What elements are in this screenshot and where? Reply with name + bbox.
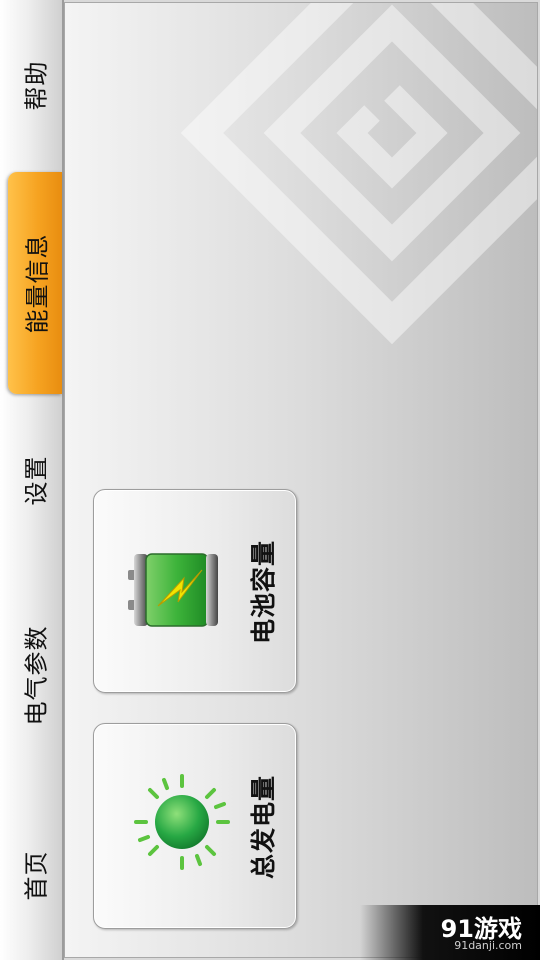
watermark: 91游戏 91danji.com xyxy=(360,905,540,960)
tab-help-label: 帮助 xyxy=(22,60,51,110)
sun-icon xyxy=(134,774,230,870)
tab-energy-info[interactable]: 能量信息 xyxy=(8,172,62,394)
tab-settings-label: 设置 xyxy=(22,455,51,505)
total-generation-label-wrap: 总发电量 xyxy=(232,724,292,930)
battery-capacity-button[interactable]: 电池容量 xyxy=(93,489,297,693)
battery-capacity-label: 电池容量 xyxy=(249,539,279,645)
tab-energy-info-label: 能量信息 xyxy=(23,233,52,333)
battery-charging-icon xyxy=(128,553,218,627)
battery-capacity-label-wrap: 电池容量 xyxy=(232,490,292,694)
tab-electrical-params[interactable]: 电气参数 xyxy=(6,600,62,750)
watermark-url: 91danji.com xyxy=(454,939,522,952)
tab-electrical-params-label: 电气参数 xyxy=(22,625,51,725)
tab-help[interactable]: 帮助 xyxy=(6,20,62,150)
tab-settings[interactable]: 设置 xyxy=(6,420,62,540)
main-panel: 电池容量 总发电量 xyxy=(64,2,538,958)
tab-home[interactable]: 首页 xyxy=(6,820,62,930)
tab-home-label: 首页 xyxy=(22,850,51,900)
tab-bar: 帮助 能量信息 设置 电气参数 首页 xyxy=(0,0,64,960)
total-generation-button[interactable]: 总发电量 xyxy=(93,723,297,929)
total-generation-label: 总发电量 xyxy=(249,774,279,880)
